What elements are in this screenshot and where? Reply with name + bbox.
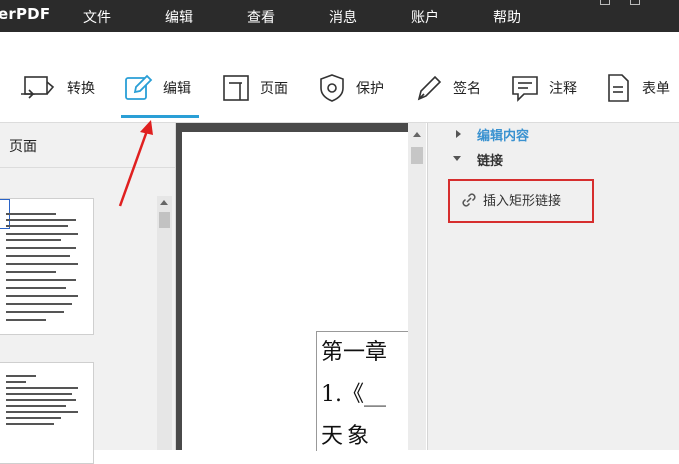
menu-item-view[interactable]: 查看: [247, 7, 275, 27]
scrollbar-thumb[interactable]: [159, 212, 170, 228]
toolbar-form-label: 表单: [642, 81, 670, 97]
menu-bar: erPDF 文件 编辑 查看 消息 账户 帮助: [0, 0, 679, 32]
app-title: erPDF: [0, 5, 51, 23]
insert-rect-link-button[interactable]: 插入矩形链接: [448, 179, 594, 223]
edit-properties-panel: 编辑内容 链接 插入矩形链接: [427, 123, 679, 450]
link-chain-icon: [460, 191, 478, 213]
section-edit-content[interactable]: 编辑内容: [477, 125, 529, 144]
toolbar-form-button[interactable]: 表单: [606, 73, 670, 103]
toolbar-protect-label: 保护: [356, 81, 384, 97]
text-line: 1.《__: [321, 382, 386, 407]
toolbar-convert-label: 转换: [67, 81, 95, 97]
toolbar-comment-label: 注释: [549, 81, 577, 97]
maximize-icon[interactable]: [630, 0, 640, 5]
collapse-arrow-icon[interactable]: [453, 156, 461, 161]
edit-pencil-icon: [123, 73, 153, 103]
toolbar-edit-button[interactable]: 编辑: [123, 73, 191, 103]
toolbar-protect-button[interactable]: 保护: [318, 73, 384, 103]
scroll-up-icon[interactable]: [160, 200, 168, 205]
comment-icon: [511, 73, 539, 103]
toolbar-sign-button[interactable]: 签名: [415, 73, 481, 103]
page-icon: [222, 73, 250, 103]
document-view: 第一章 1.《__ 天象: [176, 123, 426, 451]
annotation-arrow-icon: [118, 120, 153, 207]
document-scrollbar[interactable]: [408, 123, 426, 450]
menu-item-edit[interactable]: 编辑: [165, 7, 193, 27]
page-thumbnail-2[interactable]: [0, 362, 94, 464]
heading-line: 第一章: [321, 340, 388, 365]
form-icon: [606, 73, 632, 103]
toolbar-page-button[interactable]: 页面: [222, 73, 288, 103]
scrollbar-thumb[interactable]: [411, 147, 423, 164]
menu-item-help[interactable]: 帮助: [493, 7, 521, 27]
text-block[interactable]: 第一章 1.《__ 天象: [316, 331, 409, 451]
insert-rect-link-label: 插入矩形链接: [483, 194, 562, 209]
sign-pen-icon: [415, 73, 443, 103]
expand-arrow-icon[interactable]: [456, 130, 461, 138]
section-link[interactable]: 链接: [477, 150, 503, 169]
menu-item-account[interactable]: 账户: [411, 7, 439, 27]
toolbar-page-label: 页面: [260, 81, 288, 97]
shield-icon: [318, 73, 346, 103]
toolbar-edit-label: 编辑: [163, 81, 191, 97]
text-line: 天象: [321, 424, 374, 449]
menu-item-message[interactable]: 消息: [329, 7, 357, 27]
minimize-icon[interactable]: [600, 0, 610, 5]
menu-item-file[interactable]: 文件: [83, 7, 111, 27]
page-thumbnail-1[interactable]: [0, 198, 94, 335]
panel-title: 页面: [9, 139, 37, 155]
toolbar-sign-label: 签名: [453, 81, 481, 97]
toolbar-comment-button[interactable]: 注释: [511, 73, 577, 103]
convert-icon: [19, 73, 57, 103]
thumbnail-scrollbar[interactable]: [157, 196, 172, 450]
scroll-up-icon[interactable]: [413, 132, 421, 137]
toolbar-convert-button[interactable]: 转换: [19, 73, 95, 103]
